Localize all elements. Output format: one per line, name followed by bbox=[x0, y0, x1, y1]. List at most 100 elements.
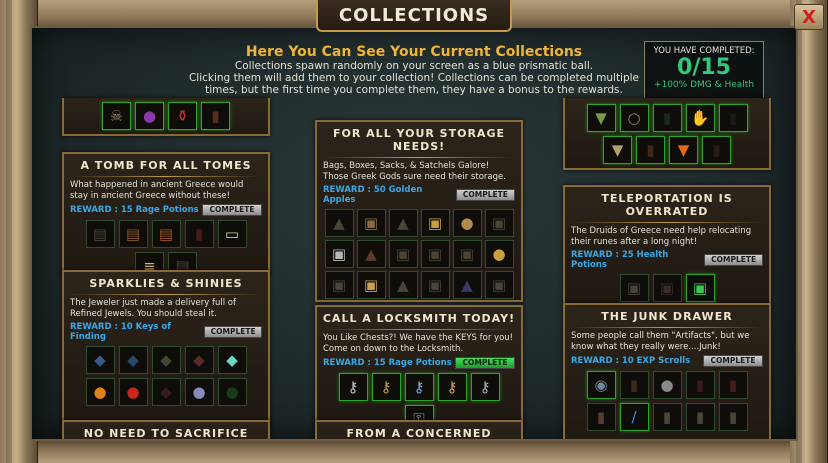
collection-item-slot[interactable]: ▮ bbox=[619, 371, 649, 399]
collection-item-slot[interactable]: ⚷ bbox=[437, 373, 467, 401]
collection-item-slot[interactable]: ▣ bbox=[652, 274, 682, 302]
collection-item-slot[interactable]: ⚷ bbox=[404, 373, 434, 401]
complete-button[interactable]: COMPLETE bbox=[704, 254, 763, 266]
bag-icon: ▲ bbox=[397, 213, 409, 232]
collection-item-slot[interactable]: ○ bbox=[619, 104, 649, 132]
collection-item-slot[interactable]: ● bbox=[118, 378, 148, 406]
card-reward: REWARD : 15 Rage Potions bbox=[70, 205, 199, 215]
card-title: A TOMB FOR ALL TOMES bbox=[80, 159, 252, 172]
completed-counter: YOU HAVE COMPLETED: 0/15 +100% DMG & Hea… bbox=[644, 41, 764, 99]
collection-item-slot[interactable]: ◆ bbox=[85, 346, 115, 374]
collection-item-slot[interactable]: ● bbox=[135, 102, 164, 130]
collection-item-slot[interactable]: ⚷ bbox=[371, 373, 401, 401]
collection-item-slot[interactable]: ▮ bbox=[702, 136, 731, 164]
window-title: COLLECTIONS bbox=[338, 4, 490, 26]
collection-item-slot[interactable]: ▣ bbox=[324, 271, 354, 299]
collection-item-slot[interactable]: ☠ bbox=[102, 102, 131, 130]
complete-button[interactable]: COMPLETE bbox=[703, 355, 763, 367]
collection-item-slot[interactable]: ◆ bbox=[184, 346, 214, 374]
box-icon: ▣ bbox=[459, 244, 475, 263]
collection-item-slot[interactable]: / bbox=[619, 403, 649, 431]
rune-icon: ▣ bbox=[626, 278, 642, 297]
collection-item-slot[interactable]: ▮ bbox=[718, 104, 748, 132]
collection-item-slot[interactable]: ▣ bbox=[356, 209, 386, 237]
collection-item-slot[interactable]: ▣ bbox=[388, 240, 418, 268]
collection-item-slot[interactable]: ▤ bbox=[118, 220, 148, 248]
wand-icon: / bbox=[631, 407, 637, 426]
collection-item-slot[interactable]: ⚷ bbox=[338, 373, 368, 401]
collection-item-slot[interactable]: ▲ bbox=[324, 209, 354, 237]
box-icon: ▣ bbox=[491, 213, 507, 232]
armor-icon: ▼ bbox=[677, 140, 690, 159]
complete-button[interactable]: COMPLETE bbox=[455, 357, 515, 369]
collection-item-slot[interactable]: ▮ bbox=[652, 403, 682, 431]
collection-item-slot[interactable]: ▤ bbox=[151, 220, 181, 248]
complete-button[interactable]: COMPLETE bbox=[204, 326, 262, 338]
card-from-a-concerned-neighbor: FROM A CONCERNED NEIGHBOR bbox=[315, 420, 523, 439]
potion-icon: ⚱ bbox=[176, 106, 189, 125]
collection-item-slot[interactable]: ▮ bbox=[685, 403, 715, 431]
card-divider bbox=[325, 329, 513, 330]
sack-icon: ▲ bbox=[333, 213, 345, 232]
collection-item-slot[interactable]: ◆ bbox=[151, 378, 181, 406]
collection-item-slot[interactable]: ⚷ bbox=[470, 373, 500, 401]
collection-item-slot[interactable]: ▣ bbox=[619, 274, 649, 302]
collection-item-slot[interactable]: ▲ bbox=[388, 271, 418, 299]
complete-button[interactable]: COMPLETE bbox=[455, 189, 515, 201]
collection-item-slot[interactable]: ▣ bbox=[685, 274, 715, 302]
artifact-icon: ▮ bbox=[662, 407, 672, 426]
collection-item-slot[interactable]: ▣ bbox=[484, 271, 514, 299]
collection-item-slot[interactable]: ● bbox=[452, 209, 482, 237]
artifact-icon: ▮ bbox=[629, 375, 639, 394]
collection-item-slot[interactable]: ▮ bbox=[685, 371, 715, 399]
collection-item-slot[interactable]: ▲ bbox=[388, 209, 418, 237]
collection-item-slot[interactable]: ▣ bbox=[420, 209, 450, 237]
collection-item-slot[interactable]: ⚱ bbox=[168, 102, 197, 130]
collection-item-slot[interactable]: ● bbox=[217, 378, 247, 406]
collection-item-slot[interactable]: ▣ bbox=[420, 271, 450, 299]
card-title: FOR ALL YOUR STORAGE NEEDS! bbox=[333, 127, 505, 153]
collection-item-slot[interactable]: ▮ bbox=[201, 102, 230, 130]
collection-item-slot[interactable]: ▭ bbox=[217, 220, 247, 248]
collection-item-slot[interactable]: ▮ bbox=[718, 371, 748, 399]
collection-item-slot[interactable]: ▮ bbox=[586, 403, 616, 431]
collection-item-slot[interactable]: ◆ bbox=[151, 346, 181, 374]
collection-item-slot[interactable]: ● bbox=[184, 378, 214, 406]
collection-item-slot[interactable]: ▣ bbox=[484, 209, 514, 237]
keyring-icon: ⚷ bbox=[446, 377, 458, 396]
collection-item-slot[interactable]: ▼ bbox=[669, 136, 698, 164]
frame-bottom-beam bbox=[0, 441, 828, 463]
card-no-need-to-sacrifice: NO NEED TO SACRIFICE bbox=[62, 420, 270, 439]
collection-item-slot[interactable]: ◉ bbox=[586, 371, 616, 399]
complete-button[interactable]: COMPLETE bbox=[202, 204, 262, 216]
collection-item-slot[interactable]: ▼ bbox=[603, 136, 632, 164]
collection-item-slot[interactable]: ▼ bbox=[586, 104, 616, 132]
collection-item-slot[interactable]: ▮ bbox=[718, 403, 748, 431]
collection-item-slot[interactable]: ✋ bbox=[685, 104, 715, 132]
collection-item-slot[interactable]: ▲ bbox=[452, 271, 482, 299]
close-button[interactable]: X bbox=[794, 4, 824, 30]
collection-item-slot[interactable]: ◆ bbox=[217, 346, 247, 374]
collection-item-slot[interactable]: ● bbox=[484, 240, 514, 268]
collection-item-slot[interactable]: ▣ bbox=[452, 240, 482, 268]
card-divider bbox=[573, 327, 761, 328]
collection-item-slot[interactable]: ▮ bbox=[184, 220, 214, 248]
collection-item-slot[interactable]: ▣ bbox=[420, 240, 450, 268]
collection-item-slot[interactable]: ▮ bbox=[636, 136, 665, 164]
key-icon: ⚷ bbox=[479, 377, 491, 396]
collection-item-slot[interactable]: ▲ bbox=[356, 240, 386, 268]
collection-item-slot[interactable]: ◆ bbox=[118, 346, 148, 374]
key-icon: ⚷ bbox=[347, 377, 359, 396]
artifact-icon: ▮ bbox=[728, 407, 738, 426]
collection-item-slot[interactable]: ▣ bbox=[324, 240, 354, 268]
collection-item-slot[interactable]: ▣ bbox=[356, 271, 386, 299]
card-call-a-locksmith-today: CALL A LOCKSMITH TODAY! You Like Chests?… bbox=[315, 305, 523, 433]
card-tomb-for-all-tomes: A TOMB FOR ALL TOMES What happened in an… bbox=[62, 152, 270, 280]
collection-item-slot[interactable]: ▮ bbox=[652, 104, 682, 132]
card-for-all-your-storage-needs: FOR ALL YOUR STORAGE NEEDS! Bags, Boxes,… bbox=[315, 120, 523, 302]
collection-item-slot[interactable]: ● bbox=[85, 378, 115, 406]
card-reward: REWARD : 25 Health Potions bbox=[571, 250, 669, 270]
collection-item-slot[interactable]: ● bbox=[652, 371, 682, 399]
card-partial-top-left: ☠ ● ⚱ ▮ bbox=[62, 98, 270, 136]
collection-item-slot[interactable]: ▤ bbox=[85, 220, 115, 248]
